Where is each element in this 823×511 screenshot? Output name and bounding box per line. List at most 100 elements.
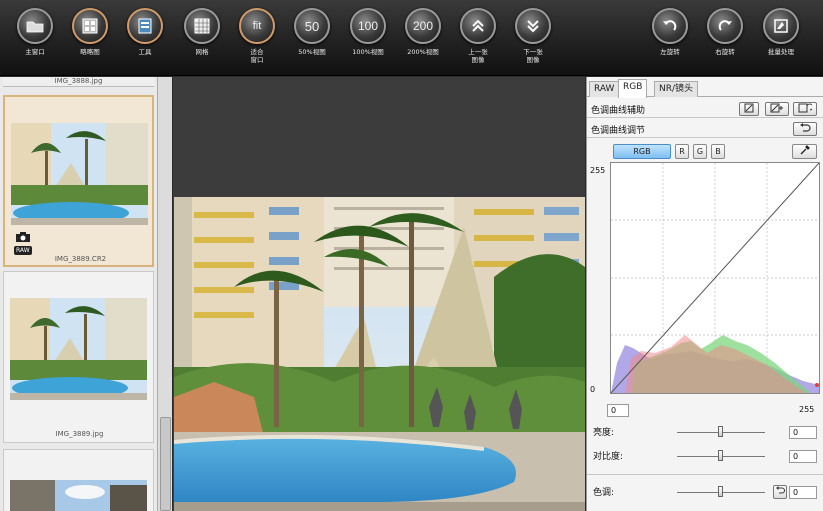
tone-curve-graph[interactable] (610, 162, 820, 394)
hue-slider-thumb[interactable] (718, 486, 723, 497)
hue-value[interactable]: 0 (789, 486, 817, 499)
curve-adjust-title: 色调曲线调节 (591, 126, 646, 136)
tab-nr-lens[interactable]: NR/镜头 (654, 81, 699, 97)
rotate-right-icon (707, 8, 743, 44)
eyedropper-button[interactable] (792, 144, 817, 159)
fit-glyph: fit (252, 20, 262, 32)
curve-x-max: 255 (799, 405, 815, 414)
toolbar-label: 50%视图 (298, 48, 326, 56)
curve-auto-icon (744, 103, 754, 113)
toolbar-label: 适合 窗口 (250, 48, 264, 64)
folder-icon (17, 8, 53, 44)
zoom-50-button[interactable]: 50 50%视图 (285, 8, 339, 72)
toolbar-label: 略略图 (80, 48, 100, 56)
toolbar-label: 网格 (195, 48, 209, 56)
zoom-100-icon: 100 (350, 8, 386, 44)
channel-rgb-button[interactable]: RGB (613, 144, 671, 159)
eyedropper-icon (800, 145, 810, 155)
double-chevron-down-icon (515, 8, 551, 44)
panel-tabs: RAW RGB NR/镜头 (587, 79, 823, 98)
tools-icon (127, 8, 163, 44)
toolbar-label: 工具 (138, 48, 152, 56)
thumbnail-item[interactable] (3, 449, 154, 511)
batch-icon (763, 8, 799, 44)
zoom-100-button[interactable]: 100 100%视图 (341, 8, 395, 72)
brightness-label: 亮度: (593, 428, 615, 438)
curve-endpoint (815, 383, 819, 387)
next-image-button[interactable]: 下一张 图像 (506, 8, 560, 72)
toolbar-label: 上一张 图像 (468, 48, 488, 64)
contrast-label: 对比度: (593, 452, 624, 462)
scrollbar-thumb[interactable] (160, 417, 171, 511)
thumbnail-caption: IMG_3888.jpg (3, 77, 154, 87)
curve-y-max: 255 (590, 166, 606, 175)
zoom-glyph: 200 (412, 19, 434, 33)
preview-area[interactable] (173, 77, 585, 511)
contrast-value[interactable]: 0 (789, 450, 817, 463)
thumbnail-pane[interactable]: IMG_3888.jpg RAW IMG_3889.CR2 IMG_3889.j… (0, 77, 172, 511)
thumbnail-image (10, 298, 147, 400)
fit-icon: fit (239, 8, 275, 44)
thumbnail-image (10, 480, 147, 511)
curve-auto-button[interactable] (739, 102, 759, 116)
raw-badge: RAW (14, 246, 32, 255)
zoom-glyph: 100 (357, 19, 379, 33)
brightness-value[interactable]: 0 (789, 426, 817, 439)
channel-g-button[interactable]: G (693, 144, 707, 159)
contrast-slider-thumb[interactable] (718, 450, 723, 461)
brightness-slider-thumb[interactable] (718, 426, 723, 437)
thumbnail-item[interactable]: IMG_3889.jpg (3, 271, 154, 443)
curve-add-icon (770, 103, 783, 113)
channel-r-button[interactable]: R (675, 144, 689, 159)
toolbar: 主窗口 略略图 工具 网格 fit 适合 窗口 50 50%视图 100 100… (0, 0, 823, 76)
toolbar-label: 主窗口 (25, 48, 45, 56)
zoom-200-icon: 200 (405, 8, 441, 44)
zoom-glyph: 50 (304, 18, 320, 34)
rotate-right-button[interactable]: 右旋转 (698, 8, 752, 72)
tools-button[interactable]: 工具 (118, 8, 172, 72)
curve-reset-assist-button[interactable] (793, 102, 817, 116)
curve-add-button[interactable] (765, 102, 789, 116)
camera-icon (16, 232, 30, 242)
grid-icon (184, 8, 220, 44)
toolbar-label: 200%视图 (407, 48, 439, 56)
channel-b-button[interactable]: B (711, 144, 725, 159)
toolbar-label: 批量处理 (768, 48, 794, 56)
app-window: 主窗口 略略图 工具 网格 fit 适合 窗口 50 50%视图 100 100… (0, 0, 823, 511)
undo-icon (775, 486, 785, 494)
curve-adjust-row: 色调曲线调节 (587, 120, 823, 138)
thumbnail-item-selected[interactable]: RAW IMG_3889.CR2 (3, 95, 154, 267)
curve-assist-title: 色调曲线辅助 (591, 106, 646, 116)
undo-icon (800, 123, 811, 132)
thumbnail-caption: IMG_3889.CR2 (54, 255, 107, 263)
adjustment-panel: RAW RGB NR/镜头 色调曲线辅助 色调曲线调节 RGB R G B 25… (586, 77, 823, 511)
curve-y-min: 0 (590, 385, 596, 394)
hue-reset-button[interactable] (773, 485, 787, 499)
thumbnail-scrollbar[interactable] (157, 77, 172, 511)
hue-label: 色调: (593, 488, 615, 498)
curve-reset-button[interactable] (793, 122, 817, 136)
tab-raw[interactable]: RAW (589, 81, 620, 97)
zoom-200-button[interactable]: 200 200%视图 (396, 8, 450, 72)
divider (587, 474, 823, 475)
curve-assist-row: 色调曲线辅助 (587, 100, 823, 118)
toolbar-label: 100%视图 (352, 48, 384, 56)
tab-rgb[interactable]: RGB (618, 79, 648, 98)
tone-curve-svg (610, 162, 820, 394)
zoom-50-icon: 50 (294, 8, 330, 44)
double-chevron-up-icon (460, 8, 496, 44)
grid-button[interactable]: 网格 (175, 8, 229, 72)
thumbnail-view-button[interactable]: 略略图 (63, 8, 117, 72)
thumbnail-icon (72, 8, 108, 44)
toolbar-label: 右旋转 (715, 48, 735, 56)
fit-window-button[interactable]: fit 适合 窗口 (230, 8, 284, 72)
previous-image-button[interactable]: 上一张 图像 (451, 8, 505, 72)
main-window-button[interactable]: 主窗口 (8, 8, 62, 72)
undo-icon (798, 103, 814, 113)
thumbnail-image (11, 123, 148, 225)
toolbar-label: 下一张 图像 (523, 48, 543, 64)
batch-process-button[interactable]: 批量处理 (754, 8, 808, 72)
preview-image (174, 197, 585, 511)
rotate-left-button[interactable]: 左旋转 (643, 8, 697, 72)
curve-x-min-field[interactable]: 0 (607, 404, 629, 417)
